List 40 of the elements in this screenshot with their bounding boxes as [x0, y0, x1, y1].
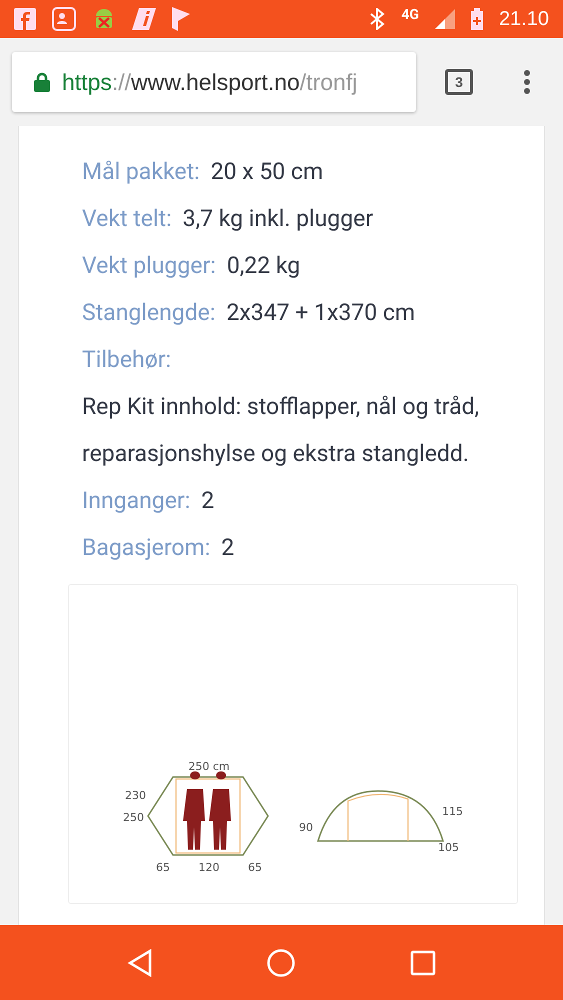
dimension-label: 115 — [442, 805, 463, 818]
spec-label: Mål pakket: — [82, 158, 200, 185]
dimension-label: 105 — [438, 841, 459, 854]
menu-icon[interactable] — [523, 69, 531, 95]
clock: 21.10 — [498, 8, 549, 30]
dimension-label: 65 — [156, 861, 170, 874]
battery-icon — [470, 8, 483, 30]
spec-label: Vekt plugger: — [82, 252, 216, 279]
spec-value: 20 x 50 cm — [210, 158, 324, 185]
dimension-label: 230 — [125, 789, 146, 802]
home-button[interactable] — [266, 948, 296, 978]
tab-switcher-button[interactable]: 3 — [445, 69, 473, 95]
dimension-label: 90 — [299, 821, 313, 834]
spec-value: 2x347 + 1x370 cm — [226, 299, 416, 326]
spec-label: Vekt telt: — [82, 205, 172, 232]
back-button[interactable] — [126, 948, 153, 976]
dimension-label: 250 — [123, 811, 144, 824]
spec-value: 0,22 kg — [226, 252, 300, 279]
spec-label: Bagasjerom: — [82, 534, 210, 561]
spec-label: Tilbehør: — [82, 346, 172, 373]
url-text: https://www.helsport.no/tronfj — [62, 68, 358, 96]
network-type: 4G — [401, 7, 419, 23]
spec-description: Rep Kit innhold: stofflapper, nål og tråd, reparasjonshylse og ekstra stangledd. — [82, 392, 480, 469]
dimension-label: 120 — [198, 861, 220, 874]
dimension-label: 250 cm — [188, 760, 230, 773]
address-field[interactable]: https://www.helsport.no/tronfj — [12, 52, 416, 112]
recents-button[interactable] — [410, 950, 436, 976]
spec-label: Innganger: — [82, 487, 190, 514]
signal-icon — [434, 9, 455, 29]
bluetooth-icon — [369, 8, 386, 30]
flag-icon — [172, 7, 190, 31]
slash-i-icon — [132, 8, 156, 30]
spec-value: 2 — [201, 487, 214, 514]
spec-value: 3,7 kg inkl. plugger — [182, 205, 374, 232]
spec-value: 2 — [221, 534, 234, 561]
contacts-icon — [52, 7, 76, 31]
lock-icon — [34, 72, 50, 92]
dimension-label: 65 — [248, 861, 262, 874]
spec-label: Stanglengde: — [82, 299, 216, 326]
facebook-icon — [14, 8, 36, 30]
